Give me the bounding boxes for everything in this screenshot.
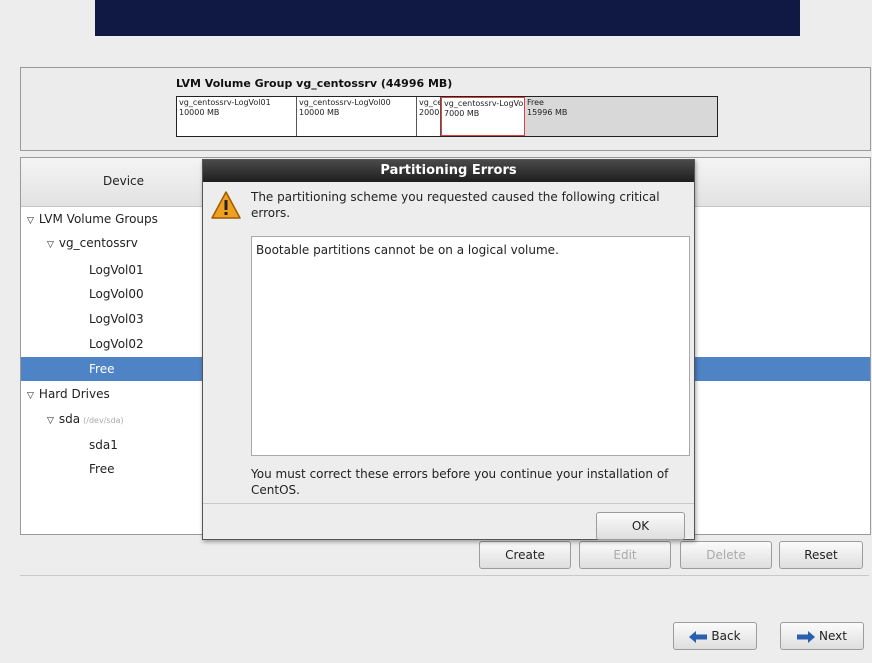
device-column-label: Device [103, 174, 145, 188]
tree-row-label: sda1 [89, 438, 118, 452]
edit-button[interactable]: Edit [579, 541, 671, 569]
create-button-label: Create [505, 548, 545, 562]
dialog-title: Partitioning Errors [203, 160, 694, 182]
expander-down-icon[interactable]: ▽ [47, 409, 54, 433]
segment-name: Free [527, 98, 544, 107]
header-banner [95, 0, 800, 36]
error-list[interactable]: Bootable partitions cannot be on a logic… [251, 236, 690, 456]
segment-free[interactable]: Free 15996 MB [525, 97, 717, 136]
partitioning-errors-dialog: Partitioning Errors The partitioning sch… [202, 159, 695, 540]
create-button[interactable]: Create [479, 541, 571, 569]
tree-row-label: Free [89, 462, 115, 476]
volume-group-panel: LVM Volume Group vg_centossrv (44996 MB)… [20, 67, 871, 151]
edit-button-label: Edit [613, 548, 637, 562]
tree-row-label: LogVol00 [89, 287, 144, 301]
segment-logvol02[interactable]: vg_centossrv-LogVol02 7000 MB [441, 97, 525, 136]
tree-row-label: LogVol03 [89, 312, 144, 326]
expander-down-icon[interactable]: ▽ [47, 233, 54, 257]
segment-name: vg_centossrv-LogVol03 [419, 98, 441, 107]
segment-logvol03[interactable]: vg_centossrv-LogVol03 2000 MB [417, 97, 441, 136]
next-button-label: Next [819, 629, 847, 643]
tree-row-label: Free [89, 362, 115, 376]
reset-button-label: Reset [804, 548, 838, 562]
tree-row-label: LogVol01 [89, 263, 144, 277]
ok-button-label: OK [631, 519, 650, 533]
dialog-message: The partitioning scheme you requested ca… [251, 190, 660, 220]
segment-size: 2000 MB [419, 108, 440, 117]
segment-size: 10000 MB [179, 108, 220, 117]
segment-size: 15996 MB [527, 108, 568, 117]
back-button[interactable]: Back [673, 622, 757, 650]
ok-button[interactable]: OK [596, 512, 685, 540]
back-arrow-icon [689, 630, 708, 643]
delete-button-label: Delete [706, 548, 746, 562]
next-arrow-icon [797, 630, 816, 643]
segment-name: vg_centossrv-LogVol02 [444, 99, 524, 108]
segment-size: 7000 MB [444, 109, 480, 118]
dialog-footer-text: You must correct these errors before you… [251, 467, 669, 497]
warning-icon [210, 190, 242, 223]
expander-down-icon[interactable]: ▽ [27, 384, 34, 408]
tree-row-label: LogVol02 [89, 337, 144, 351]
expander-down-icon[interactable]: ▽ [27, 209, 34, 233]
dialog-separator [203, 503, 694, 504]
tree-row-label: vg_centossrv [58, 236, 138, 250]
reset-button[interactable]: Reset [779, 541, 863, 569]
volume-group-bar: vg_centossrv-LogVol01 10000 MB vg_centos… [176, 96, 718, 137]
back-button-label: Back [711, 629, 741, 643]
delete-button[interactable]: Delete [680, 541, 772, 569]
error-item: Bootable partitions cannot be on a logic… [256, 243, 559, 257]
tree-row-label: LVM Volume Groups [38, 212, 158, 226]
next-button[interactable]: Next [780, 622, 864, 650]
segment-logvol00[interactable]: vg_centossrv-LogVol00 10000 MB [297, 97, 417, 136]
segment-name: vg_centossrv-LogVol00 [299, 98, 391, 107]
tree-row-label: sda [58, 412, 81, 426]
segment-logvol01[interactable]: vg_centossrv-LogVol01 10000 MB [177, 97, 297, 136]
volume-group-title: LVM Volume Group vg_centossrv (44996 MB) [176, 77, 453, 90]
device-path: (/dev/sda) [83, 416, 124, 425]
tree-row-label: Hard Drives [38, 387, 110, 401]
segment-size: 10000 MB [299, 108, 340, 117]
segment-name: vg_centossrv-LogVol01 [179, 98, 271, 107]
separator [20, 575, 869, 576]
